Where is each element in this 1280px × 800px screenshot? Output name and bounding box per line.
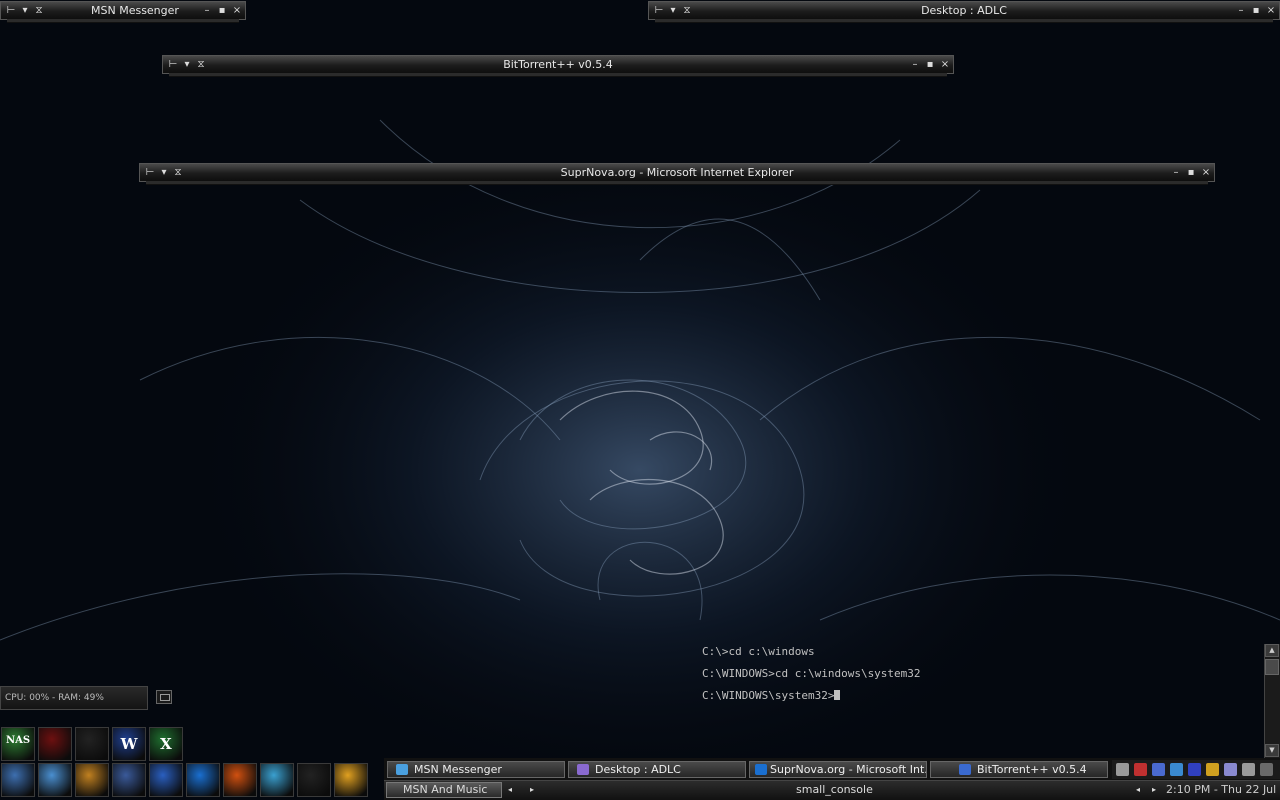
tray-icon[interactable]	[1116, 763, 1129, 776]
minimize-icon[interactable]: –	[1170, 165, 1182, 180]
workspace-button[interactable]: MSN And Music	[386, 782, 502, 798]
excel-icon[interactable]: X	[149, 727, 183, 761]
next-workspace-icon[interactable]: ▸	[530, 781, 534, 799]
tray-icon[interactable]	[1206, 763, 1219, 776]
tray-icon[interactable]	[1188, 763, 1201, 776]
pin-icon[interactable]: ⊢	[167, 57, 179, 72]
minimize-icon[interactable]: –	[909, 57, 921, 72]
msn-messenger-window[interactable]: ⊢ ▾ ⧖ MSN Messenger – ▪ ×	[0, 1, 246, 23]
internet-explorer-window[interactable]: ⊢ ▾ ⧖ SuprNova.org - Microsoft Internet …	[139, 163, 1215, 185]
console-prompt: C:\WINDOWS\system32>	[702, 689, 835, 702]
console-prompt-line[interactable]: C:\WINDOWS\system32>	[702, 689, 841, 702]
cpu-ram-readout: CPU: 00% - RAM: 49%	[5, 693, 104, 703]
minimize-icon[interactable]: –	[1235, 3, 1247, 18]
tray-icon[interactable]	[1242, 763, 1255, 776]
window-title: Desktop : ADLC	[921, 4, 1007, 17]
menu-down-icon[interactable]: ▾	[181, 57, 193, 72]
internet-explorer-icon[interactable]	[186, 763, 220, 797]
text-caret	[834, 690, 841, 700]
close-icon[interactable]: ×	[939, 57, 951, 72]
menu-down-icon[interactable]: ▾	[667, 3, 679, 18]
tray-icon[interactable]	[1134, 763, 1147, 776]
blank-app-icon[interactable]	[75, 727, 109, 761]
bittorrent-window[interactable]: ⊢ ▾ ⧖ BitTorrent++ v0.5.4 – ▪ ×	[162, 55, 954, 77]
tray-icon[interactable]	[1224, 763, 1237, 776]
maximize-icon[interactable]: ▪	[924, 57, 936, 72]
system-monitor: CPU: 00% - RAM: 49%	[0, 686, 148, 710]
desktop-icon	[577, 764, 589, 775]
prev-window-icon[interactable]: ◂	[1136, 781, 1140, 799]
lightning-app-icon[interactable]	[75, 763, 109, 797]
focused-window-label: small_console	[796, 783, 873, 796]
word-icon[interactable]: W	[112, 727, 146, 761]
next-window-icon[interactable]: ▸	[1152, 781, 1156, 799]
monitor-window-icon[interactable]	[156, 690, 172, 704]
shade-icon[interactable]: ⧖	[195, 57, 207, 72]
window-title: SuprNova.org - Microsoft Internet Explor…	[560, 166, 794, 179]
console-line: C:\WINDOWS>cd c:\windows\system32	[702, 667, 921, 680]
minimize-icon[interactable]: –	[201, 3, 213, 18]
shade-icon[interactable]: ⧖	[33, 3, 45, 18]
notepad-icon[interactable]	[38, 763, 72, 797]
console-scrollbar[interactable]: ▲ ▼	[1264, 644, 1280, 758]
network-app-icon[interactable]	[112, 763, 146, 797]
tray-icon[interactable]	[1170, 763, 1183, 776]
maximize-icon[interactable]: ▪	[216, 3, 228, 18]
small-console[interactable]: C:\>cd c:\windows C:\WINDOWS>cd c:\windo…	[700, 640, 1260, 758]
ie-icon	[755, 764, 767, 775]
msn-people-icon[interactable]	[260, 763, 294, 797]
prev-workspace-icon[interactable]: ◂	[508, 781, 512, 799]
wifi-tower-icon[interactable]	[38, 727, 72, 761]
close-icon[interactable]: ×	[231, 3, 243, 18]
menu-down-icon[interactable]: ▾	[158, 165, 170, 180]
close-icon[interactable]: ×	[1200, 165, 1212, 180]
shade-icon[interactable]: ⧖	[172, 165, 184, 180]
bittorrent-icon	[959, 764, 971, 775]
system-tray	[1112, 760, 1280, 779]
scrollbar-thumb[interactable]	[1265, 659, 1279, 675]
tray-icon[interactable]	[1260, 763, 1273, 776]
pin-icon[interactable]: ⊢	[144, 165, 156, 180]
desktop-adlc-window[interactable]: ⊢ ▾ ⧖ Desktop : ADLC – ▪ ×	[648, 1, 1280, 23]
scroll-up-icon[interactable]: ▲	[1265, 644, 1279, 657]
favorites-star-icon[interactable]	[334, 763, 368, 797]
clock: 2:10 PM - Thu 22 Jul	[1166, 783, 1277, 796]
task-internet-explorer[interactable]: SuprNova.org - Microsoft Int...	[749, 761, 927, 778]
bottom-bar: MSN And Music ◂ ▸ small_console ◂ ▸ 2:10…	[384, 780, 1280, 800]
scroll-down-icon[interactable]: ▼	[1265, 744, 1279, 757]
computer-icon[interactable]	[1, 763, 35, 797]
blue-disc-icon[interactable]	[149, 763, 183, 797]
console-line: C:\>cd c:\windows	[702, 645, 815, 658]
nas-icon[interactable]: NAS	[1, 727, 35, 761]
task-desktop-adlc[interactable]: Desktop : ADLC	[568, 761, 746, 778]
maximize-icon[interactable]: ▪	[1250, 3, 1262, 18]
firefox-icon[interactable]	[223, 763, 257, 797]
window-title: BitTorrent++ v0.5.4	[503, 58, 613, 71]
pin-icon[interactable]: ⊢	[653, 3, 665, 18]
close-icon[interactable]: ×	[1265, 3, 1277, 18]
msn-icon	[396, 764, 408, 775]
task-bittorrent[interactable]: BitTorrent++ v0.5.4	[930, 761, 1108, 778]
shade-icon[interactable]: ⧖	[681, 3, 693, 18]
tray-icon[interactable]	[1152, 763, 1165, 776]
pin-icon[interactable]: ⊢	[5, 3, 17, 18]
task-msn-messenger[interactable]: MSN Messenger	[387, 761, 565, 778]
console-icon[interactable]	[297, 763, 331, 797]
menu-down-icon[interactable]: ▾	[19, 3, 31, 18]
maximize-icon[interactable]: ▪	[1185, 165, 1197, 180]
